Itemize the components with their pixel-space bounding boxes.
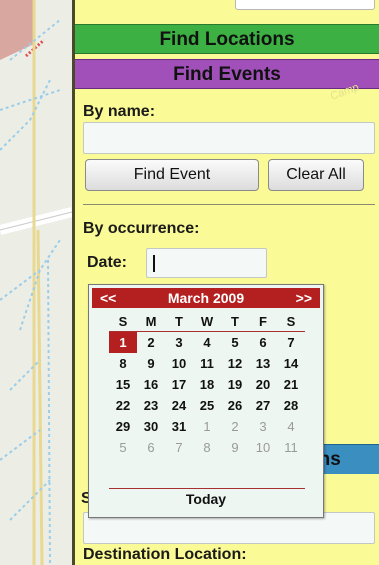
calendar-week-row: 22 23 24 25 26 27 28	[109, 395, 305, 416]
calendar-week-row: 8 9 10 11 12 13 14	[109, 353, 305, 374]
calendar-day-adjacent-month[interactable]: 10	[249, 437, 277, 458]
calendar-day[interactable]: 3	[165, 332, 193, 353]
calendar-day[interactable]: 27	[249, 395, 277, 416]
calendar-day[interactable]: 18	[193, 374, 221, 395]
calendar-day[interactable]: 15	[109, 374, 137, 395]
date-input[interactable]	[146, 248, 267, 278]
calendar-day[interactable]: 25	[193, 395, 221, 416]
weekday-label: S	[118, 314, 128, 329]
weekday-label: W	[200, 314, 214, 329]
find-event-button[interactable]: Find Event	[85, 159, 259, 191]
top-input-edge[interactable]	[235, 0, 375, 10]
calendar-day-adjacent-month[interactable]: 2	[221, 416, 249, 437]
clear-all-button[interactable]: Clear All	[268, 159, 364, 191]
calendar-day[interactable]: 24	[165, 395, 193, 416]
calendar-week-row: 1234567	[109, 332, 305, 353]
calendar-week-row: 29 30 31 1 2 3 4	[109, 416, 305, 437]
by-name-label: By name:	[83, 103, 156, 120]
date-label: Date:	[87, 254, 128, 271]
destination-location-label: Destination Location:	[83, 546, 247, 563]
calendar-week-row: 5 6 7 8 9 10 11	[109, 437, 305, 458]
next-month-button[interactable]: >>	[296, 288, 312, 308]
map-view[interactable]	[0, 0, 72, 565]
calendar-day[interactable]: 14	[277, 353, 305, 374]
today-button[interactable]: Today	[89, 491, 323, 507]
calendar-day[interactable]: 13	[249, 353, 277, 374]
calendar-day[interactable]: 11	[193, 353, 221, 374]
map-roads	[0, 0, 72, 565]
weekday-label: M	[145, 314, 157, 329]
calendar-day-adjacent-month[interactable]: 3	[249, 416, 277, 437]
top-strip	[75, 0, 379, 24]
weekday-label: T	[231, 314, 239, 329]
calendar-day[interactable]: 31	[165, 416, 193, 437]
calendar-day-adjacent-month[interactable]: 1	[193, 416, 221, 437]
weekday-label: S	[286, 314, 296, 329]
section-divider	[83, 204, 375, 205]
date-picker-popup: << March 2009 >> SMTWTFS 1 2 3 4 5 6 7 8 9 10 11 12…	[88, 284, 324, 518]
calendar-day-adjacent-month[interactable]: 11	[277, 437, 305, 458]
calendar-day-selected[interactable]: 1	[109, 332, 137, 353]
weekday-header-row: SMTWTFS	[109, 311, 305, 332]
calendar-day[interactable]: 4	[193, 332, 221, 353]
calendar-day[interactable]: 22	[109, 395, 137, 416]
weekday-label: T	[175, 314, 183, 329]
calendar-day[interactable]: 16	[137, 374, 165, 395]
calendar-day[interactable]: 6	[249, 332, 277, 353]
calendar-day[interactable]: 5	[221, 332, 249, 353]
calendar-day-adjacent-month[interactable]: 7	[165, 437, 193, 458]
calendar-day[interactable]: 7	[277, 332, 305, 353]
calendar-day[interactable]: 29	[109, 416, 137, 437]
calendar-day[interactable]: 26	[221, 395, 249, 416]
calendar-day[interactable]: 12	[221, 353, 249, 374]
calendar-day[interactable]: 21	[277, 374, 305, 395]
event-name-input[interactable]	[83, 122, 375, 154]
calendar-day[interactable]: 8	[109, 353, 137, 374]
by-occurrence-label: By occurrence:	[83, 220, 200, 237]
calendar-month-title: March 2009	[167, 290, 245, 306]
find-locations-header[interactable]: Find Locations	[75, 24, 379, 54]
calendar-day[interactable]: 10	[165, 353, 193, 374]
calendar-day[interactable]: 23	[137, 395, 165, 416]
calendar-day-adjacent-month[interactable]: 8	[193, 437, 221, 458]
calendar-header: << March 2009 >>	[92, 288, 320, 308]
calendar-day[interactable]: 9	[137, 353, 165, 374]
find-events-header[interactable]: Find Events	[75, 59, 379, 89]
calendar-day-adjacent-month[interactable]: 5	[109, 437, 137, 458]
weekday-label: F	[259, 314, 267, 329]
calendar-day[interactable]: 20	[249, 374, 277, 395]
calendar-day-adjacent-month[interactable]: 6	[137, 437, 165, 458]
calendar-week-row: 15 16 17 18 19 20 21	[109, 374, 305, 395]
calendar-day[interactable]: 28	[277, 395, 305, 416]
calendar-day[interactable]: 19	[221, 374, 249, 395]
calendar-day[interactable]: 17	[165, 374, 193, 395]
text-caret	[153, 255, 155, 272]
calendar-grid: SMTWTFS 1 2 3 4 5 6 7 8 9 10 11 12 13 14 15 16 17 18 19 20 2…	[109, 311, 305, 458]
calendar-day-adjacent-month[interactable]: 4	[277, 416, 305, 437]
calendar-separator	[109, 488, 305, 489]
calendar-day-adjacent-month[interactable]: 9	[221, 437, 249, 458]
calendar-day[interactable]: 2	[137, 332, 165, 353]
calendar-day[interactable]: 30	[137, 416, 165, 437]
